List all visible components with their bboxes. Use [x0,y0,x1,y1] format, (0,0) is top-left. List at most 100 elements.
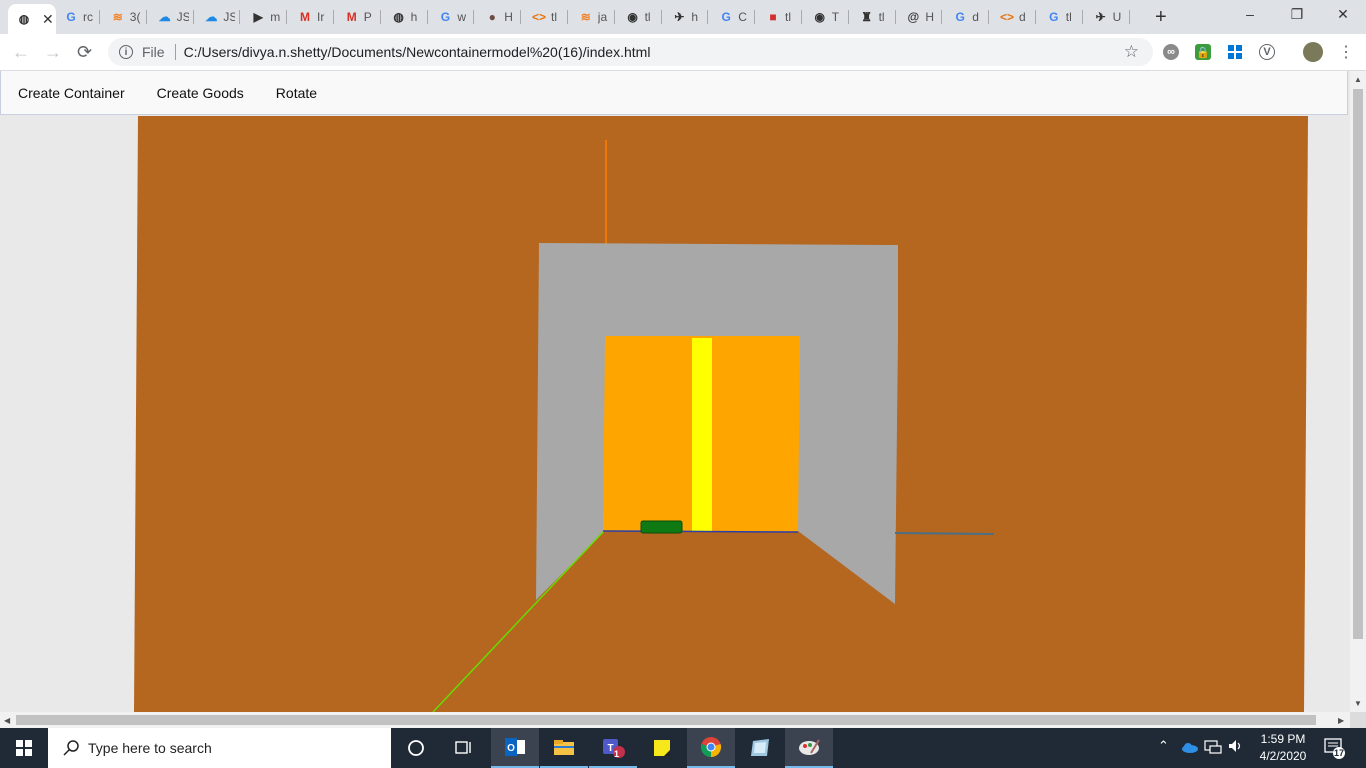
tab-title: tl [785,10,791,24]
app-tablet-icon[interactable] [736,728,784,768]
vertical-scrollbar[interactable]: ▲ ▼ [1350,71,1366,712]
vertical-scroll-thumb[interactable] [1353,89,1363,639]
task-view-button[interactable] [440,728,488,768]
stackoverflow-icon: ≋ [112,10,123,24]
horizontal-scroll-thumb[interactable] [16,715,1316,725]
clock-time[interactable]: 1:59 PM [1259,732,1307,746]
tab-16[interactable]: ■ tl [757,4,802,30]
horizontal-scrollbar[interactable]: ◀ ▶ [0,712,1350,728]
tab-4[interactable]: ☁ JS [195,4,241,30]
info-icon[interactable]: i [119,45,133,59]
scroll-left-arrow-icon[interactable]: ◀ [4,716,10,725]
tab-12[interactable]: ≋ ja [570,4,615,30]
tab-23[interactable]: ✈ U [1085,4,1130,30]
tab-title: tl [1065,10,1072,24]
address-bar[interactable]: i File C:/Users/divya.n.shetty/Documents… [108,38,1153,66]
extension-lock-icon[interactable]: 🔒 [1195,44,1211,60]
search-icon [63,740,79,756]
taskbar-search[interactable]: Type here to search [48,728,391,768]
tab-5[interactable]: ▶ m [242,4,288,30]
action-center-icon[interactable]: 17 [1323,737,1345,762]
sticky-notes-app[interactable] [638,728,686,768]
tab-separator [941,10,943,24]
3d-scene-canvas[interactable] [0,116,1350,712]
tab-11[interactable]: <> tl [523,4,568,30]
vimeo-extension-icon[interactable]: V [1259,44,1275,60]
page-viewport: Create Container Create Goods Rotate [0,71,1350,712]
windows-extension-icon[interactable] [1227,44,1243,60]
tab-title: d [1019,10,1026,24]
tab-8[interactable]: ◍ h [383,4,428,30]
tab-20[interactable]: Gd [944,4,990,30]
url-text[interactable]: C:/Users/divya.n.shetty/Documents/Newcon… [184,44,651,60]
restore-button[interactable]: ❐ [1287,6,1307,23]
forward-button[interactable]: → [44,42,62,63]
extension-glasses-icon[interactable]: ∞ [1163,44,1179,60]
small-goods-box [640,520,683,534]
browser-toolbar: ← → ⟳ i File C:/Users/divya.n.shetty/Doc… [0,34,1366,71]
teams-app[interactable]: T 1 [589,728,637,768]
svg-text:O: O [507,743,515,754]
omnibox-divider [174,44,176,60]
tab-1[interactable]: Grc [55,4,100,30]
bookmark-star-icon[interactable]: ☆ [1124,42,1139,62]
tab-17[interactable]: ◉ T [804,4,849,30]
github-icon: ◉ [814,10,826,24]
tab-9[interactable]: Gw [429,4,475,30]
create-goods-button[interactable]: Create Goods [157,85,244,101]
url-scheme: File [142,44,165,60]
tab-title: d [972,10,979,24]
tab-6[interactable]: M Ir [289,4,334,30]
tab-title: JS [176,10,189,24]
paint-app[interactable] [785,728,833,768]
minimize-button[interactable]: – [1240,6,1260,22]
tab-7[interactable]: MP [336,4,381,30]
rotate-button[interactable]: Rotate [276,85,317,101]
tab-22[interactable]: Gtl [1038,4,1083,30]
profile-avatar[interactable] [1303,42,1323,62]
z-axis-line [602,530,799,533]
chrome-app[interactable] [687,728,735,768]
tab-title: U [1112,10,1122,24]
file-explorer-app[interactable] [540,728,588,768]
new-tab-button[interactable]: + [1155,6,1167,29]
tab-title: h [410,10,418,24]
scroll-down-arrow-icon[interactable]: ▼ [1354,699,1362,708]
tab-title: H [504,10,513,24]
tab-separator [520,10,522,24]
tab-21[interactable]: <> d [991,4,1036,30]
tab-0[interactable]: ◍ ✕ [8,4,56,34]
cortana-button[interactable] [392,728,440,768]
tab-separator [894,10,896,24]
tab-19[interactable]: @ H [897,4,943,30]
globe-icon: ◍ [18,12,30,26]
close-window-button[interactable]: ✕ [1333,6,1353,23]
browser-menu-icon[interactable]: ⋮ [1338,42,1354,62]
clock-date[interactable]: 4/2/2020 [1255,749,1311,763]
tab-13[interactable]: ◉ tl [617,4,662,30]
outlook-app[interactable]: O [491,728,539,768]
tab-close-icon[interactable]: ✕ [42,11,54,28]
tab-15[interactable]: GC [710,4,756,30]
github-icon: ◉ [627,10,638,24]
tab-3[interactable]: ☁ JS [149,4,194,30]
tab-2[interactable]: ≋ 3( [102,4,147,30]
tab-18[interactable]: ♜ tl [851,4,896,30]
google-icon: G [955,10,965,24]
tab-title: P [363,10,372,24]
tab-14[interactable]: ✈ h [663,4,709,30]
scroll-right-arrow-icon[interactable]: ▶ [1338,716,1344,725]
network-icon[interactable] [1204,740,1222,757]
tab-10[interactable]: ● H [476,4,522,30]
volume-icon[interactable] [1228,739,1244,756]
reload-button[interactable]: ⟳ [77,42,92,63]
start-button[interactable] [0,728,48,768]
back-button[interactable]: ← [12,42,30,63]
onedrive-cloud-icon[interactable] [1181,741,1198,756]
create-container-button[interactable]: Create Container [18,85,125,101]
tab-separator [567,10,568,24]
tab-separator [426,10,428,24]
show-hidden-icons-chevron-icon[interactable]: ⌃ [1158,738,1169,754]
plane-icon: ✈ [1095,10,1106,24]
scroll-up-arrow-icon[interactable]: ▲ [1354,75,1362,84]
